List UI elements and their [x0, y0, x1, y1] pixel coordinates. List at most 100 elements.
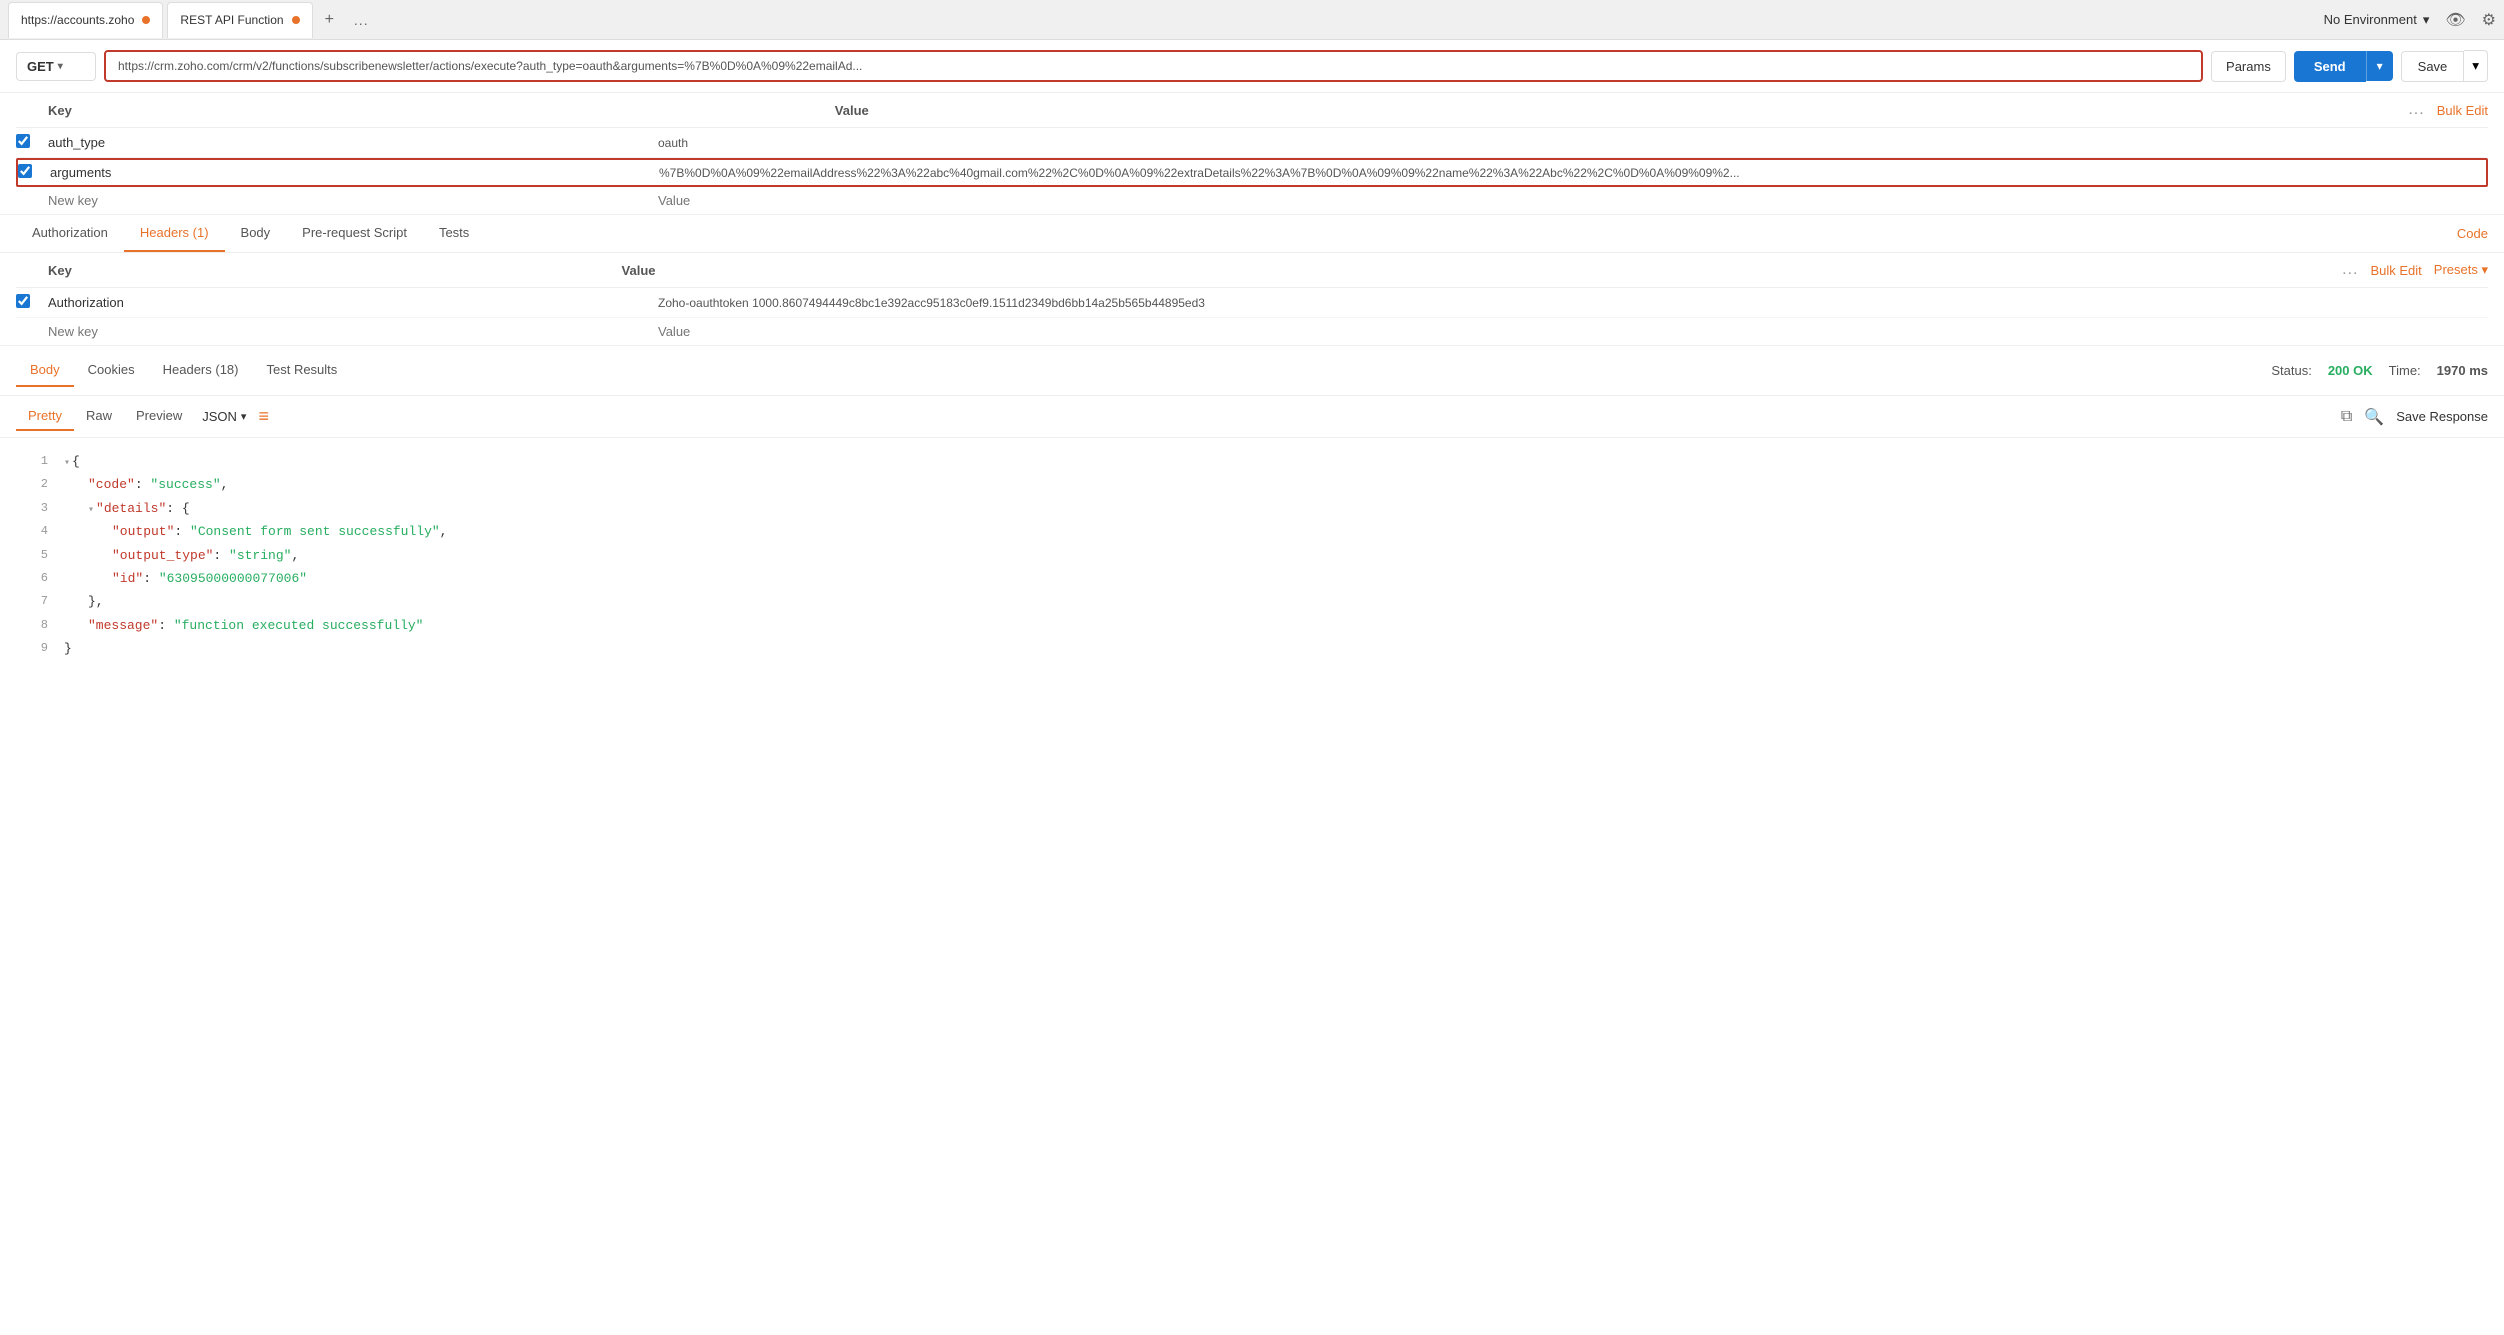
headers-section: Key Value ... Bulk Edit Presets ▾ Author…	[0, 253, 2504, 346]
param-checkbox-1[interactable]	[16, 134, 30, 148]
line-content-5: "output_type": "string",	[64, 544, 2488, 567]
param-row-auth-type: auth_type oauth	[16, 128, 2488, 158]
response-actions: ⧉ 🔍 Save Response	[2341, 407, 2488, 427]
json-line-9: 9 }	[16, 637, 2488, 660]
tab-body[interactable]: Body	[225, 215, 287, 252]
tab-accounts-zoho[interactable]: https://accounts.zoho	[8, 2, 163, 38]
method-chevron-icon: ▾	[58, 61, 63, 72]
line-num-6: 6	[16, 567, 48, 590]
tab-headers[interactable]: Headers (1)	[124, 215, 225, 252]
param-row-arguments: arguments %7B%0D%0A%09%22emailAddress%22…	[16, 158, 2488, 187]
line-content-9: }	[64, 637, 2488, 660]
line-num-2: 2	[16, 473, 48, 496]
format-tab-pretty[interactable]: Pretty	[16, 402, 74, 431]
json-line-7: 7 },	[16, 590, 2488, 613]
save-button[interactable]: Save	[2401, 51, 2465, 82]
response-tab-cookies[interactable]: Cookies	[74, 354, 149, 387]
chevron-down-icon: ▾	[2423, 12, 2430, 28]
json-line-5: 5 "output_type": "string",	[16, 544, 2488, 567]
tab-rest-api[interactable]: REST API Function	[167, 2, 312, 38]
add-tab-button[interactable]: +	[317, 7, 342, 33]
url-input[interactable]	[104, 50, 2203, 82]
method-selector[interactable]: GET ▾	[16, 52, 96, 81]
request-tabs: Authorization Headers (1) Body Pre-reque…	[0, 215, 2504, 253]
tab-pre-request-script[interactable]: Pre-request Script	[286, 215, 423, 252]
format-tab-raw[interactable]: Raw	[74, 402, 124, 431]
line-content-2: "code": "success",	[64, 473, 2488, 496]
param-value-2: %7B%0D%0A%09%22emailAddress%22%3A%22abc%…	[659, 166, 2486, 180]
search-icon[interactable]: 🔍	[2364, 407, 2384, 427]
time-value: 1970 ms	[2437, 363, 2488, 378]
line-num-7: 7	[16, 590, 48, 613]
line-content-3: ▾"details": {	[64, 497, 2488, 520]
json-line-2: 2 "code": "success",	[16, 473, 2488, 496]
method-label: GET	[27, 59, 54, 74]
code-link[interactable]: Code	[2457, 226, 2488, 241]
param-value-1: oauth	[658, 136, 2488, 150]
header-check-1	[16, 294, 48, 311]
tab-label-1: https://accounts.zoho	[21, 13, 134, 27]
tab-bar-right: No Environment ▾ 👁 ⚙	[2324, 10, 2496, 30]
json-line-1: 1 ▾{	[16, 450, 2488, 473]
save-dropdown-button[interactable]: ▾	[2464, 50, 2488, 82]
param-key-2: arguments	[50, 165, 659, 180]
environment-selector[interactable]: No Environment ▾	[2324, 12, 2430, 28]
save-response-button[interactable]: Save Response	[2396, 409, 2488, 424]
header-checkbox-1[interactable]	[16, 294, 30, 308]
param-checkbox-2[interactable]	[18, 164, 32, 178]
response-status: Status: 200 OK Time: 1970 ms	[2271, 363, 2488, 378]
gear-icon[interactable]: ⚙	[2482, 10, 2496, 30]
format-tab-preview[interactable]: Preview	[124, 402, 194, 431]
params-value-header: Value	[835, 103, 2409, 118]
wrap-icon[interactable]: ≡	[258, 406, 269, 427]
header-row-authorization: Authorization Zoho-oauthtoken 1000.86074…	[16, 288, 2488, 318]
params-actions: ... Bulk Edit	[2408, 101, 2488, 119]
tab-dot-2	[292, 16, 300, 24]
more-tabs-button[interactable]: ...	[346, 8, 377, 32]
response-tab-headers[interactable]: Headers (18)	[149, 354, 253, 387]
param-key-1: auth_type	[48, 135, 658, 150]
json-viewer: 1 ▾{ 2 "code": "success", 3 ▾"details": …	[0, 438, 2504, 673]
header-key-1: Authorization	[48, 295, 658, 310]
eye-icon[interactable]: 👁	[2445, 10, 2465, 30]
response-tab-body[interactable]: Body	[16, 354, 74, 387]
tab-dot-1	[142, 16, 150, 24]
copy-icon[interactable]: ⧉	[2341, 408, 2352, 426]
send-button-group: Send ▾	[2294, 51, 2393, 82]
new-header-key-input[interactable]	[48, 324, 658, 339]
tab-tests[interactable]: Tests	[423, 215, 485, 252]
header-value-1: Zoho-oauthtoken 1000.8607494449c8bc1e392…	[658, 296, 2488, 310]
tab-label-2: REST API Function	[180, 13, 283, 27]
params-bulk-edit-button[interactable]: Bulk Edit	[2437, 103, 2488, 118]
headers-presets-button[interactable]: Presets ▾	[2434, 262, 2488, 278]
param-check-1	[16, 134, 48, 151]
headers-bulk-edit-button[interactable]: Bulk Edit	[2370, 263, 2421, 278]
headers-key-header: Key	[48, 263, 622, 278]
line-num-3: 3	[16, 497, 48, 520]
new-param-key-input[interactable]	[48, 193, 658, 208]
send-dropdown-button[interactable]: ▾	[2366, 51, 2393, 81]
tab-authorization[interactable]: Authorization	[16, 215, 124, 252]
params-section: Key Value ... Bulk Edit auth_type oauth …	[0, 93, 2504, 215]
headers-value-header: Value	[622, 263, 2343, 278]
fold-arrow-3[interactable]: ▾	[88, 505, 94, 516]
headers-more-button[interactable]: ...	[2342, 261, 2358, 279]
params-button[interactable]: Params	[2211, 51, 2286, 82]
format-type-selector[interactable]: JSON ▾	[202, 409, 246, 424]
new-header-value-input[interactable]	[658, 324, 2488, 339]
fold-arrow-1[interactable]: ▾	[64, 458, 70, 469]
send-button[interactable]: Send	[2294, 51, 2366, 82]
new-param-row	[16, 187, 2488, 214]
env-label: No Environment	[2324, 12, 2417, 27]
url-bar: GET ▾ Params Send ▾ Save ▾	[0, 40, 2504, 93]
params-header: Key Value ... Bulk Edit	[16, 93, 2488, 128]
response-tab-test-results[interactable]: Test Results	[252, 354, 351, 387]
response-format-bar: Pretty Raw Preview JSON ▾ ≡ ⧉ 🔍 Save Res…	[0, 396, 2504, 438]
code-link-container: Code	[2457, 216, 2488, 251]
json-line-4: 4 "output": "Consent form sent successfu…	[16, 520, 2488, 543]
params-more-button[interactable]: ...	[2408, 101, 2424, 119]
line-num-1: 1	[16, 450, 48, 473]
new-param-value-input[interactable]	[658, 193, 2488, 208]
line-num-9: 9	[16, 637, 48, 660]
line-num-4: 4	[16, 520, 48, 543]
